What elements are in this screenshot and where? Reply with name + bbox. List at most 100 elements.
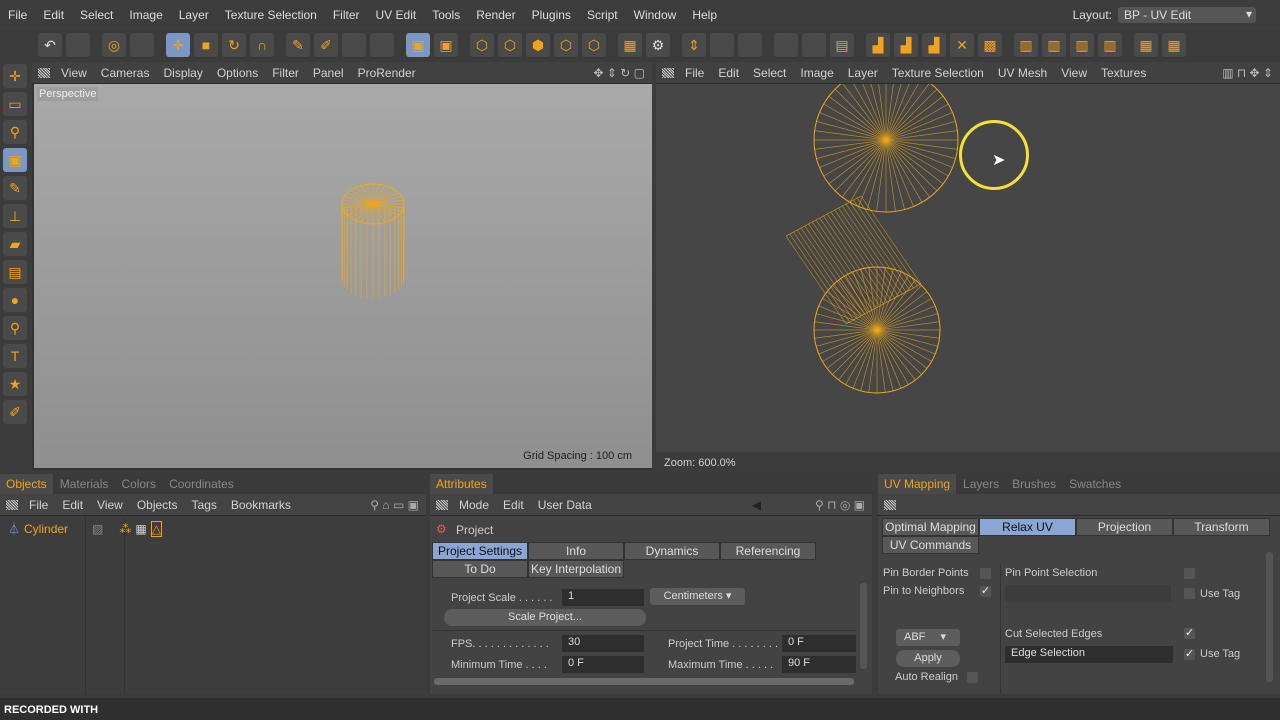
- menu-texture-selection[interactable]: Texture Selection: [217, 8, 325, 22]
- tab-colors[interactable]: Colors: [115, 474, 163, 494]
- cut-edges-checkbox[interactable]: ✓: [1184, 628, 1195, 639]
- undo-icon[interactable]: ↶: [38, 33, 62, 57]
- vertical-scrollbar[interactable]: [1266, 552, 1273, 682]
- tab-optimal-mapping[interactable]: Optimal Mapping: [882, 518, 979, 536]
- uv-menu-texture-selection[interactable]: Texture Selection: [885, 66, 991, 80]
- uv-grid-icon[interactable]: ▦: [1134, 33, 1158, 57]
- tab-uv-mapping[interactable]: UV Mapping: [878, 474, 957, 494]
- tab-transform[interactable]: Transform: [1173, 518, 1270, 536]
- pin-point-selection-checkbox[interactable]: [1184, 568, 1195, 579]
- zoom-icon[interactable]: ⚲: [3, 316, 27, 340]
- uv-menu-textures[interactable]: Textures: [1094, 66, 1153, 80]
- paint-icon[interactable]: ✎: [286, 33, 310, 57]
- uv-points-icon[interactable]: ⬡: [470, 33, 494, 57]
- rotate-icon[interactable]: ↻: [222, 33, 246, 57]
- uv-transform-icon-4[interactable]: ✕: [950, 33, 974, 57]
- tab-project-settings[interactable]: Project Settings: [432, 542, 528, 560]
- uv-canvas[interactable]: ➤: [656, 84, 1280, 452]
- objects-menu-file[interactable]: File: [22, 498, 55, 512]
- model-mode-icon[interactable]: ⬡: [582, 33, 606, 57]
- uv-menu-select[interactable]: Select: [746, 66, 793, 80]
- checker-icon[interactable]: ▦: [618, 33, 642, 57]
- tab-materials[interactable]: Materials: [53, 474, 115, 494]
- tab-relax-uv[interactable]: Relax UV: [979, 518, 1076, 536]
- menu-script[interactable]: Script: [579, 8, 626, 22]
- gradient-icon[interactable]: ▤: [3, 260, 27, 284]
- menu-uv-edit[interactable]: UV Edit: [368, 8, 425, 22]
- objects-menu-bookmarks[interactable]: Bookmarks: [224, 498, 298, 512]
- uvw-tag-icon[interactable]: △: [150, 520, 162, 537]
- tab-info[interactable]: Info: [528, 542, 624, 560]
- transform-icon[interactable]: ▣: [3, 148, 27, 172]
- eraser-icon[interactable]: ▰: [3, 232, 27, 256]
- attr-toolbar-icons[interactable]: ⚲ ⊓ ◎ ▣: [808, 498, 872, 512]
- viewport-menu-options[interactable]: Options: [210, 66, 265, 80]
- menu-window[interactable]: Window: [626, 8, 685, 22]
- tab-to-do[interactable]: To Do: [432, 560, 528, 578]
- layer-icon[interactable]: [370, 33, 394, 57]
- fps-input[interactable]: 30: [562, 635, 644, 652]
- attr-menu-edit[interactable]: Edit: [496, 498, 531, 512]
- tab-attributes[interactable]: Attributes: [430, 474, 493, 494]
- tab-coordinates[interactable]: Coordinates: [163, 474, 240, 494]
- menu-plugins[interactable]: Plugins: [524, 8, 579, 22]
- viewport-menu-cameras[interactable]: Cameras: [94, 66, 157, 80]
- objects-menu-view[interactable]: View: [90, 498, 130, 512]
- move-icon[interactable]: ✛: [166, 33, 190, 57]
- uv-menu-view[interactable]: View: [1054, 66, 1094, 80]
- box-icon[interactable]: [130, 33, 154, 57]
- drop-icon[interactable]: ●: [3, 288, 27, 312]
- uv-tool-icon[interactable]: ⇕: [682, 33, 706, 57]
- phong-tag-icon[interactable]: ⁂: [119, 522, 131, 536]
- uv-menu-layer[interactable]: Layer: [841, 66, 885, 80]
- scale-project-button[interactable]: Scale Project...: [444, 609, 646, 626]
- tab-referencing[interactable]: Referencing: [720, 542, 816, 560]
- uv-menu-edit[interactable]: Edit: [711, 66, 746, 80]
- objects-toolbar-icons[interactable]: ⚲ ⌂ ▭ ▣: [363, 498, 426, 512]
- object-row-cylinder[interactable]: ⏃ Cylinder ▨ ⁂ ▦ △: [8, 520, 188, 537]
- magic-wand-icon[interactable]: ⚲: [3, 120, 27, 144]
- edge-use-tag-checkbox[interactable]: ✓: [1184, 649, 1195, 660]
- tab-layers[interactable]: Layers: [957, 474, 1006, 494]
- object-name[interactable]: Cylinder: [24, 522, 68, 536]
- pin-border-checkbox[interactable]: [980, 568, 991, 579]
- menu-filter[interactable]: Filter: [325, 8, 368, 22]
- uv-tool-icon-6[interactable]: ▤: [830, 33, 854, 57]
- brush-icon[interactable]: [342, 33, 366, 57]
- menu-tools[interactable]: Tools: [424, 8, 468, 22]
- max-time-input[interactable]: 90 F: [782, 656, 856, 673]
- texture-tag-icon[interactable]: ▦: [135, 522, 146, 536]
- add-icon[interactable]: ✛: [3, 64, 27, 88]
- pin-neighbors-checkbox[interactable]: ✓: [980, 586, 991, 597]
- uv-menu-uv-mesh[interactable]: UV Mesh: [991, 66, 1054, 80]
- uv-menu-file[interactable]: File: [678, 66, 711, 80]
- units-dropdown[interactable]: Centimeters ▾: [650, 588, 745, 605]
- viewport-menu-panel[interactable]: Panel: [306, 66, 351, 80]
- tab-objects[interactable]: Objects: [0, 474, 53, 494]
- uv-tool-icon-4[interactable]: [774, 33, 798, 57]
- paint-3d-icon[interactable]: ✐: [314, 33, 338, 57]
- object-mode-icon[interactable]: ⬡: [554, 33, 578, 57]
- viewport-menu-prorender[interactable]: ProRender: [351, 66, 423, 80]
- tab-brushes[interactable]: Brushes: [1006, 474, 1063, 494]
- stamp-icon[interactable]: ⊥: [3, 204, 27, 228]
- texture-mode-icon[interactable]: ▣: [406, 33, 430, 57]
- uv-tool-icon-3[interactable]: [738, 33, 762, 57]
- project-scale-input[interactable]: 1: [562, 589, 644, 606]
- menu-edit[interactable]: Edit: [35, 8, 72, 22]
- method-dropdown[interactable]: ABF ▾: [896, 629, 960, 646]
- magnet-icon[interactable]: ∩: [250, 33, 274, 57]
- objects-menu-objects[interactable]: Objects: [130, 498, 185, 512]
- layout-dropdown[interactable]: BP - UV Edit ▾: [1118, 7, 1256, 23]
- tab-key-interpolation[interactable]: Key Interpolation: [528, 560, 624, 578]
- viewport-menu-view[interactable]: View: [54, 66, 94, 80]
- uv-mode-icon[interactable]: ▣: [434, 33, 458, 57]
- menu-select[interactable]: Select: [72, 8, 121, 22]
- vertical-scrollbar[interactable]: [860, 583, 867, 669]
- uv-polygons-icon[interactable]: ⬢: [526, 33, 550, 57]
- uv-grid-icon-2[interactable]: ▦: [1162, 33, 1186, 57]
- uv-align-icon-3[interactable]: ▥: [1070, 33, 1094, 57]
- tab-swatches[interactable]: Swatches: [1063, 474, 1128, 494]
- project-time-input[interactable]: 0 F: [782, 635, 856, 652]
- objects-menu-edit[interactable]: Edit: [55, 498, 90, 512]
